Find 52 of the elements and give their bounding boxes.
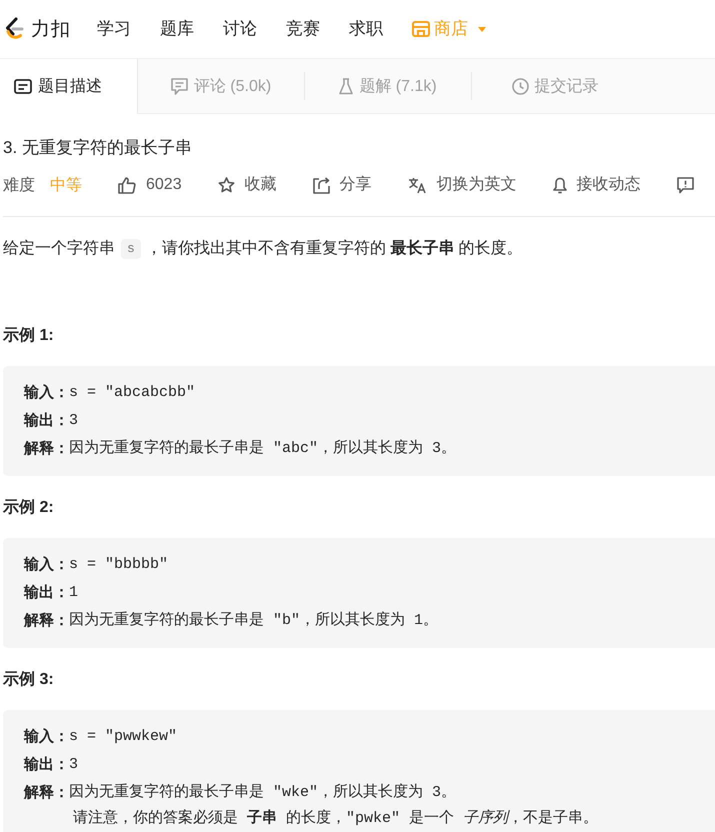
example-value: 3 [69, 755, 78, 775]
example-label: 解释： [24, 611, 69, 631]
nav-link[interactable]: 求职 [349, 17, 383, 41]
inline-code: s [121, 239, 141, 259]
difficulty-label: 难度 [3, 176, 35, 196]
flask-icon [339, 78, 354, 94]
language-switch-button[interactable]: 切换为英文 [408, 173, 517, 197]
example-label: 输入： [24, 383, 69, 403]
favorite-button[interactable]: 收藏 [218, 173, 277, 197]
share-button[interactable]: 分享 [312, 173, 372, 197]
example-label: 输出： [24, 411, 69, 431]
example-label: 输出： [24, 755, 69, 775]
example-note: 请注意，你的答案必须是 子串 的长度，"pwke" 是一个 子序列，不是子串。 [72, 808, 600, 829]
star-icon [218, 177, 235, 193]
problem-description: 给定一个字符串 s ，请你找出其中不含有重复字符的 最长子串 的长度。 [3, 238, 524, 261]
nav-link[interactable]: 题库 [160, 17, 194, 41]
example-value: 1 [69, 583, 78, 603]
example-value: 3 [69, 411, 78, 431]
example-value: 因为无重复字符的最长子串是 "b"，所以其长度为 1。 [69, 610, 438, 631]
store-icon [412, 21, 430, 37]
feedback-icon[interactable] [676, 176, 694, 194]
example-value: 因为无重复字符的最长子串是 "wke"，所以其长度为 3。 [69, 782, 456, 803]
example-value: 因为无重复字符的最长子串是 "abc"，所以其长度为 3。 [69, 438, 456, 459]
tab[interactable]: 题目描述 [0, 59, 138, 114]
example-label: 解释： [24, 783, 69, 803]
logo-icon[interactable] [4, 17, 24, 41]
list-card-icon [14, 79, 32, 94]
nav-link[interactable]: 讨论 [223, 17, 257, 41]
nav-link[interactable]: 竞赛 [286, 17, 320, 41]
difficulty-value: 中等 [50, 176, 82, 196]
clock-icon [512, 78, 528, 94]
example-label: 解释： [24, 439, 69, 459]
bell-icon [552, 176, 567, 194]
like-button[interactable]: 6023 [118, 173, 182, 197]
caret-icon [478, 26, 486, 32]
example-heading: 示例 3: [3, 670, 55, 690]
translate-icon [408, 176, 427, 194]
example-heading: 示例 2: [3, 498, 55, 518]
example-label: 输入： [24, 727, 69, 747]
comment-icon [170, 78, 188, 94]
nav-link[interactable]: 学习 [97, 17, 131, 41]
example-heading: 示例 1: [3, 326, 55, 346]
example-label: 输入： [24, 555, 69, 575]
brand-name: 力扣 [31, 18, 71, 42]
problem-title: 3. 无重复字符的最长子串 [3, 137, 193, 159]
example-value: s = "bbbbb" [69, 555, 168, 575]
subscribe-button[interactable]: 接收动态 [552, 173, 641, 197]
example-label: 输出： [24, 583, 69, 603]
thumbs-up-icon [118, 176, 136, 194]
example-value: s = "abcabcbb" [69, 383, 196, 403]
share-icon [312, 176, 330, 194]
example-value: s = "pwwkew" [69, 727, 178, 747]
